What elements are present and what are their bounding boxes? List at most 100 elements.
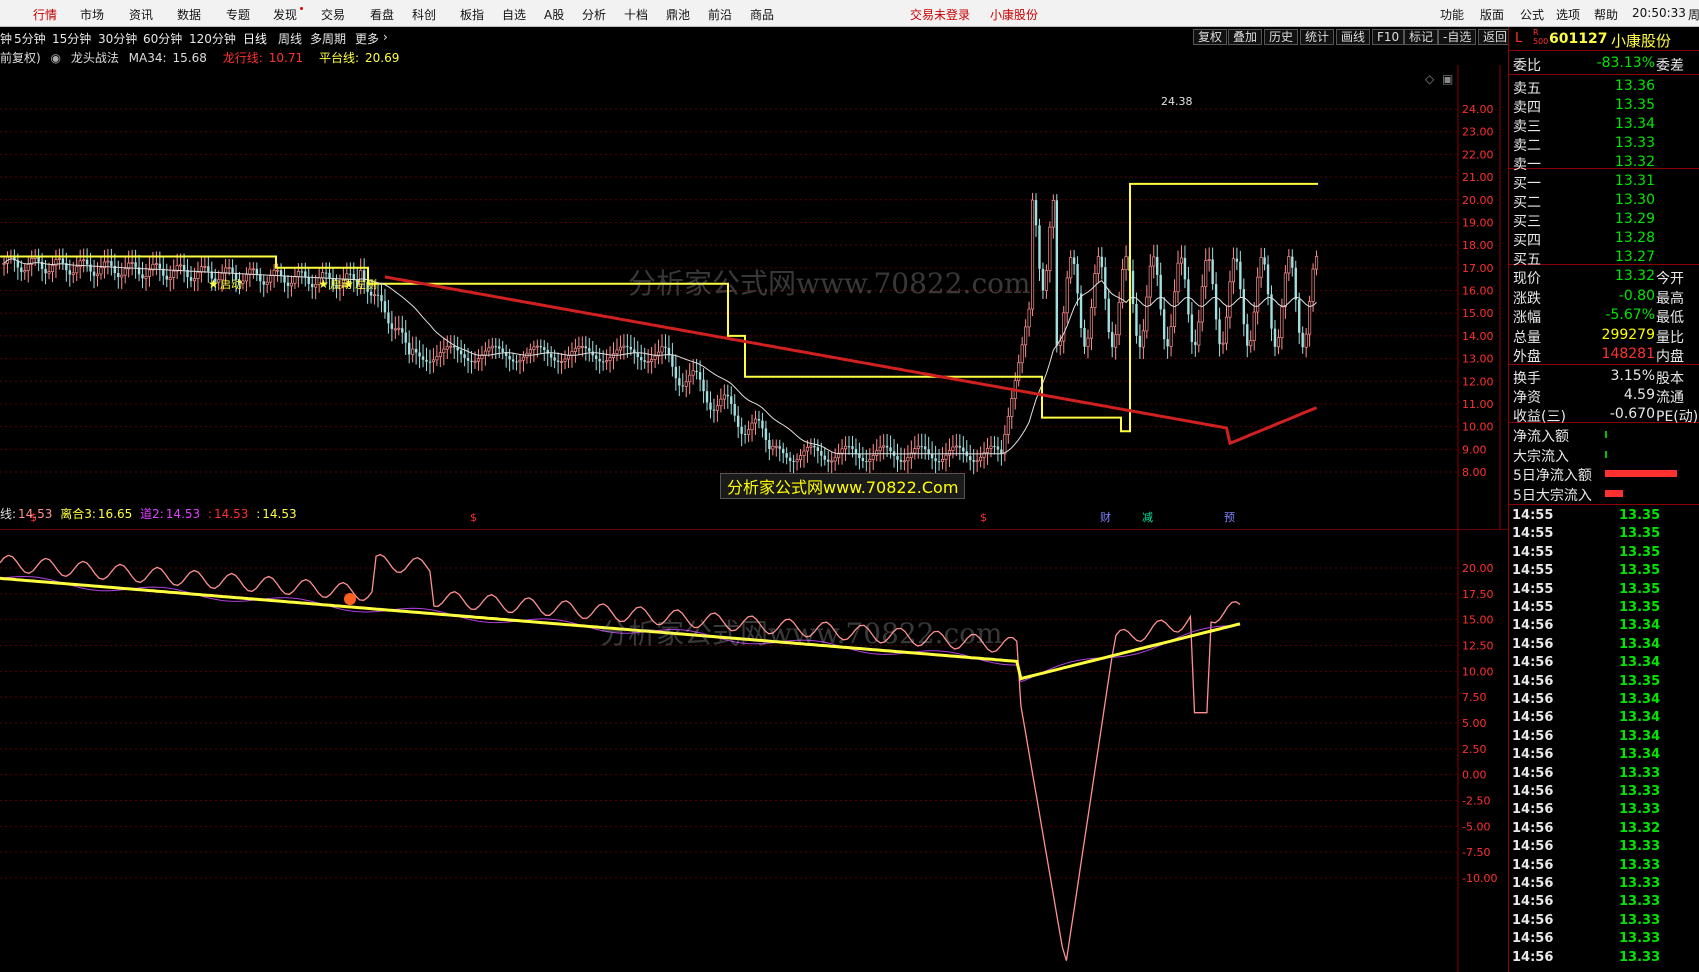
tick-row[interactable]: 14:56 13.35 xyxy=(1509,673,1699,691)
diamond-icon[interactable]: ◇ xyxy=(1425,72,1435,86)
candle-body xyxy=(1218,319,1221,345)
menu-item-quotes[interactable]: 行情 xyxy=(33,6,57,23)
candle-body xyxy=(123,268,127,276)
candle-body xyxy=(1280,306,1284,339)
watermark-sub: 分析家公式网www.70822.com xyxy=(600,617,1003,650)
price-tick: 16.00 xyxy=(1462,285,1494,298)
tick-row[interactable]: 14:56 13.33 xyxy=(1509,930,1699,948)
price-tick: 17.00 xyxy=(1462,262,1494,275)
stat-row-label: 净资 xyxy=(1513,390,1541,406)
tick-time: 14:56 xyxy=(1512,857,1554,873)
tick-row[interactable]: 14:56 13.34 xyxy=(1509,709,1699,727)
tick-row[interactable]: 14:55 13.35 xyxy=(1509,525,1699,543)
tick-row[interactable]: 14:56 13.33 xyxy=(1509,949,1699,967)
menu-item-kechuang[interactable]: 科创 xyxy=(412,6,436,23)
trade-login-status[interactable]: 交易未登录 xyxy=(910,6,970,23)
tick-row[interactable]: 14:56 13.33 xyxy=(1509,765,1699,783)
period-5min[interactable]: 5分钟 xyxy=(14,30,46,47)
tick-row[interactable]: 14:56 13.33 xyxy=(1509,875,1699,893)
candle-body xyxy=(283,275,286,283)
tick-price: 13.33 xyxy=(1619,894,1661,910)
menu-item-frontier[interactable]: 前沿 xyxy=(708,6,732,23)
period-weekly[interactable]: 周线 xyxy=(278,30,302,47)
maximize-icon[interactable]: ▣ xyxy=(1442,72,1453,86)
candle-body xyxy=(95,273,100,277)
tick-row[interactable]: 14:56 13.33 xyxy=(1509,838,1699,856)
menu-item-analysis[interactable]: 分析 xyxy=(582,6,606,23)
candle-body xyxy=(605,360,609,363)
tool-remove-watch[interactable]: -自选 xyxy=(1438,29,1477,45)
menu-item-market[interactable]: 市场 xyxy=(80,6,104,23)
tool-draw[interactable]: 画线 xyxy=(1336,29,1371,45)
v5-label: : xyxy=(256,507,261,521)
period-60min[interactable]: 60分钟 xyxy=(143,30,182,47)
tick-row[interactable]: 14:55 13.35 xyxy=(1509,599,1699,617)
tick-price: 13.35 xyxy=(1619,673,1661,689)
period-120min[interactable]: 120分钟 xyxy=(189,30,236,47)
tool-back[interactable]: 返回 xyxy=(1478,29,1513,45)
tick-row[interactable]: 14:56 13.33 xyxy=(1509,857,1699,875)
tick-row[interactable]: 14:56 13.33 xyxy=(1509,801,1699,819)
candle-body xyxy=(244,274,248,282)
tick-row[interactable]: 14:55 13.35 xyxy=(1509,507,1699,525)
tick-row[interactable]: 14:56 13.33 xyxy=(1509,783,1699,801)
menu-item-pool[interactable]: 鼎池 xyxy=(666,6,690,23)
sub-indicator-chart[interactable]: 20.00 17.50 15.00 12.50 10.00 7.50 5.00 2.50 0.0… xyxy=(0,521,1508,972)
tool-stats[interactable]: 统计 xyxy=(1300,29,1335,45)
tick-row[interactable]: 14:55 13.35 xyxy=(1509,544,1699,562)
sub-tick: -7.50 xyxy=(1462,846,1490,859)
menu-item-data[interactable]: 数据 xyxy=(177,6,201,23)
stock-name[interactable]: 小康股份 xyxy=(1611,30,1671,51)
menu-item-help[interactable]: 帮助 xyxy=(1594,6,1618,23)
period-15min[interactable]: 15分钟 xyxy=(52,30,91,47)
tick-time: 14:55 xyxy=(1512,526,1554,542)
period-more[interactable]: 更多 xyxy=(355,30,379,47)
candle-body xyxy=(300,271,304,273)
menu-item-functions[interactable]: 功能 xyxy=(1440,6,1464,23)
menu-item-formula[interactable]: 公式 xyxy=(1520,6,1544,23)
stock-code[interactable]: 601127 xyxy=(1549,31,1607,47)
menu-item-commodity[interactable]: 商品 xyxy=(750,6,774,23)
candle-body xyxy=(913,448,917,454)
menu-item-trade[interactable]: 交易 xyxy=(321,6,345,23)
candle-body xyxy=(147,269,152,277)
menu-item-options[interactable]: 选项 xyxy=(1556,6,1580,23)
tick-row[interactable]: 14:56 13.34 xyxy=(1509,636,1699,654)
tick-row[interactable]: 14:56 13.34 xyxy=(1509,654,1699,672)
candle-body xyxy=(144,275,148,279)
chevron-right-icon[interactable]: › xyxy=(383,30,388,44)
menu-item-topics[interactable]: 专题 xyxy=(226,6,250,23)
tool-overlay[interactable]: 叠加 xyxy=(1228,29,1263,45)
tick-row[interactable]: 14:56 13.34 xyxy=(1509,691,1699,709)
tool-mark[interactable]: 标记 xyxy=(1404,29,1439,45)
candle-body xyxy=(1121,269,1125,303)
indicator-name[interactable]: 龙头战法 xyxy=(71,51,119,65)
menu-item-watchlist[interactable]: 自选 xyxy=(502,6,526,23)
tick-row[interactable]: 14:55 13.35 xyxy=(1509,562,1699,580)
tick-row[interactable]: 14:56 13.34 xyxy=(1509,746,1699,764)
period-multi[interactable]: 多周期 xyxy=(310,30,346,47)
tick-price: 13.33 xyxy=(1619,784,1661,799)
gear-icon[interactable]: ◉ xyxy=(51,51,61,65)
tick-row[interactable]: 14:56 13.33 xyxy=(1509,893,1699,911)
tick-row[interactable]: 14:56 13.32 xyxy=(1509,820,1699,838)
candle-body xyxy=(823,455,826,460)
candle-body xyxy=(1017,362,1021,382)
menu-item-layout[interactable]: 版面 xyxy=(1480,6,1504,23)
menu-item-a-share[interactable]: A股 xyxy=(544,6,564,23)
tool-adjust[interactable]: 复权 xyxy=(1193,29,1228,45)
candle-body xyxy=(709,402,712,410)
menu-item-watch[interactable]: 看盘 xyxy=(370,6,394,23)
tick-row[interactable]: 14:56 13.34 xyxy=(1509,617,1699,635)
menu-item-board-index[interactable]: 板指 xyxy=(460,6,484,23)
tick-row[interactable]: 14:55 13.35 xyxy=(1509,581,1699,599)
period-30min[interactable]: 30分钟 xyxy=(98,30,137,47)
menu-item-discover[interactable]: 发现 xyxy=(273,6,304,23)
tool-f10[interactable]: F10 xyxy=(1372,29,1405,45)
tool-history[interactable]: 历史 xyxy=(1264,29,1299,45)
menu-item-level10[interactable]: 十档 xyxy=(624,6,648,23)
period-daily[interactable]: 日线 xyxy=(243,30,267,47)
tick-row[interactable]: 14:56 13.33 xyxy=(1509,912,1699,930)
tick-row[interactable]: 14:56 13.34 xyxy=(1509,728,1699,746)
menu-item-news[interactable]: 资讯 xyxy=(129,6,153,23)
